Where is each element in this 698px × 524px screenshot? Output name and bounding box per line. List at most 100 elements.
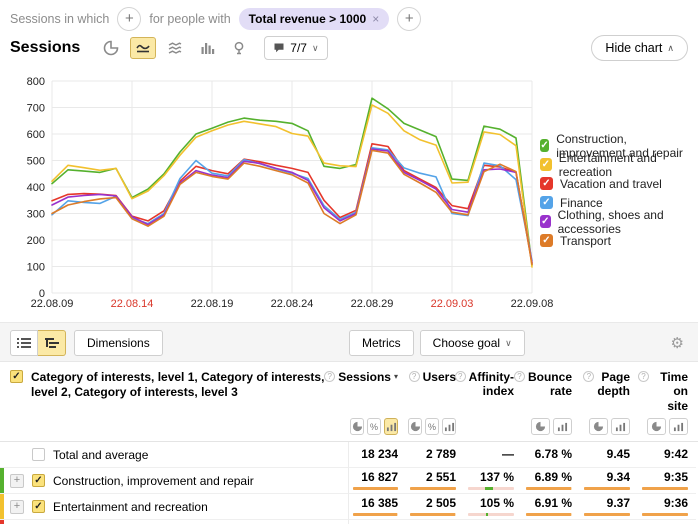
metric-value: 9:35 bbox=[642, 471, 688, 484]
metric-cell: 12 924 bbox=[348, 520, 406, 524]
legend-checkbox-icon[interactable]: ✓ bbox=[540, 234, 553, 247]
metric-value: 9:42 bbox=[664, 448, 688, 461]
row-checkbox[interactable] bbox=[32, 448, 45, 461]
gear-icon[interactable]: ⚙ bbox=[671, 334, 684, 352]
legend-item: ✓Clothing, shoes and accessories bbox=[540, 212, 698, 231]
y-axis-label: 600 bbox=[27, 129, 45, 141]
legend-label: Vacation and travel bbox=[560, 177, 662, 191]
metric-cell: 2 505 bbox=[406, 494, 464, 520]
segment-chip[interactable]: Total revenue > 1000 × bbox=[239, 8, 390, 30]
row-color-stripe bbox=[0, 468, 4, 493]
column-label: Bounce rate bbox=[528, 370, 572, 413]
annotations-count: 7/7 bbox=[290, 41, 307, 55]
x-axis-label: 22.08.19 bbox=[191, 298, 234, 310]
add-people-condition-button[interactable]: + bbox=[397, 7, 421, 31]
hide-chart-button[interactable]: Hide chart ∧ bbox=[591, 35, 688, 61]
column-header-time[interactable]: ?Time on site bbox=[638, 362, 696, 413]
percent-toggle-icon[interactable]: % bbox=[367, 418, 381, 435]
bars-toggle-icon[interactable] bbox=[384, 418, 398, 435]
help-icon[interactable]: ? bbox=[409, 371, 420, 382]
column-label: Time on site bbox=[652, 370, 688, 413]
y-axis-label: 700 bbox=[27, 103, 45, 115]
pie-toggle-icon[interactable] bbox=[408, 418, 422, 435]
bars-toggle-icon[interactable] bbox=[669, 418, 688, 435]
dimensions-button[interactable]: Dimensions bbox=[74, 330, 163, 356]
affinity-bar bbox=[468, 487, 514, 490]
help-icon[interactable]: ? bbox=[638, 371, 649, 382]
column-header-sessions[interactable]: ?Sessions▾ bbox=[348, 362, 406, 413]
legend-checkbox-icon[interactable]: ✓ bbox=[540, 196, 553, 209]
pie-toggle-icon[interactable] bbox=[647, 418, 666, 435]
tree-view-icon[interactable] bbox=[38, 330, 66, 356]
metric-cell: 137 % bbox=[464, 468, 522, 494]
pie-toggle-icon[interactable] bbox=[589, 418, 608, 435]
column-header-bounce[interactable]: ?Bounce rate bbox=[522, 362, 580, 413]
x-axis-label: 22.09.03 bbox=[431, 298, 474, 310]
segment-chip-label: Total revenue > 1000 bbox=[249, 12, 367, 26]
metric-cell: 7.07 % bbox=[522, 520, 580, 524]
metrics-button[interactable]: Metrics bbox=[349, 330, 414, 356]
x-axis-label: 22.08.09 bbox=[31, 298, 74, 310]
column-label: Affinity- index bbox=[469, 370, 514, 413]
metric-cell: 6.91 % bbox=[522, 494, 580, 520]
bars-toggle-icon[interactable] bbox=[553, 418, 572, 435]
help-icon[interactable]: ? bbox=[583, 371, 594, 382]
line-chart-icon[interactable] bbox=[130, 37, 156, 59]
y-axis-label: 300 bbox=[27, 209, 45, 221]
annotations-dropdown[interactable]: 7/7 ∨ bbox=[264, 36, 327, 60]
choose-goal-button[interactable]: Choose goal ∨ bbox=[420, 330, 525, 356]
help-icon[interactable]: ? bbox=[455, 371, 466, 382]
column-display-toggles bbox=[522, 413, 580, 441]
filter-prefix-label: Sessions in which bbox=[10, 12, 109, 26]
column-header-affinity-[interactable]: ?Affinity- index bbox=[464, 362, 522, 413]
metric-cell: 9:42 bbox=[638, 442, 696, 468]
remove-segment-icon[interactable]: × bbox=[372, 12, 379, 26]
value-bar bbox=[353, 487, 398, 490]
legend-checkbox-icon[interactable]: ✓ bbox=[540, 158, 552, 171]
stacked-chart-icon[interactable] bbox=[162, 37, 188, 59]
help-icon[interactable]: ? bbox=[514, 371, 525, 382]
expand-row-button[interactable]: + bbox=[10, 500, 24, 514]
bars-toggle-icon[interactable] bbox=[611, 418, 630, 435]
column-header-users[interactable]: ?Users bbox=[406, 362, 464, 413]
legend-checkbox-icon[interactable]: ✓ bbox=[540, 215, 551, 228]
row-color-stripe bbox=[0, 494, 4, 519]
row-label[interactable]: Construction, improvement and repair bbox=[53, 474, 254, 488]
row-checkbox[interactable]: ✓ bbox=[32, 500, 45, 513]
metric-cell: 9:35 bbox=[638, 468, 696, 494]
list-view-icon[interactable] bbox=[10, 330, 38, 356]
metric-cell: 9.31 bbox=[580, 520, 638, 524]
chevron-down-icon: ∨ bbox=[505, 338, 512, 349]
metric-value: 2 505 bbox=[410, 497, 456, 510]
metric-cell: 118 % bbox=[464, 520, 522, 524]
table-row: +✓Vacation and travel bbox=[0, 520, 348, 524]
select-all-checkbox[interactable]: ✓ bbox=[10, 370, 23, 383]
legend-checkbox-icon[interactable]: ✓ bbox=[540, 139, 549, 152]
row-checkbox[interactable]: ✓ bbox=[32, 474, 45, 487]
column-chart-icon[interactable] bbox=[194, 37, 220, 59]
row-label[interactable]: Entertainment and recreation bbox=[53, 500, 208, 514]
column-display-toggles: % bbox=[348, 413, 406, 441]
chart-legend: ✓Construction, improvement and repair✓En… bbox=[540, 136, 698, 250]
filter-bar: Sessions in which + for people with Tota… bbox=[0, 0, 698, 32]
value-bar bbox=[526, 513, 572, 516]
map-chart-icon[interactable] bbox=[226, 37, 252, 59]
chevron-down-icon: ∨ bbox=[312, 43, 319, 54]
pie-chart-icon[interactable] bbox=[98, 37, 124, 59]
legend-checkbox-icon[interactable]: ✓ bbox=[540, 177, 553, 190]
metric-cell: 2 021 bbox=[406, 520, 464, 524]
percent-toggle-icon[interactable]: % bbox=[425, 418, 439, 435]
metric-cell: — bbox=[464, 442, 522, 468]
metric-cell: 9.45 bbox=[580, 442, 638, 468]
bars-toggle-icon[interactable] bbox=[442, 418, 456, 435]
column-header-page[interactable]: ?Page depth bbox=[580, 362, 638, 413]
row-label[interactable]: Total and average bbox=[53, 448, 148, 462]
metric-value: 137 % bbox=[468, 471, 514, 484]
metric-value: 16 385 bbox=[353, 497, 398, 510]
x-axis-label: 22.08.24 bbox=[271, 298, 314, 310]
expand-row-button[interactable]: + bbox=[10, 474, 24, 488]
pie-toggle-icon[interactable] bbox=[350, 418, 364, 435]
sort-desc-icon[interactable]: ▾ bbox=[394, 372, 398, 413]
pie-toggle-icon[interactable] bbox=[531, 418, 550, 435]
add-session-condition-button[interactable]: + bbox=[117, 7, 141, 31]
